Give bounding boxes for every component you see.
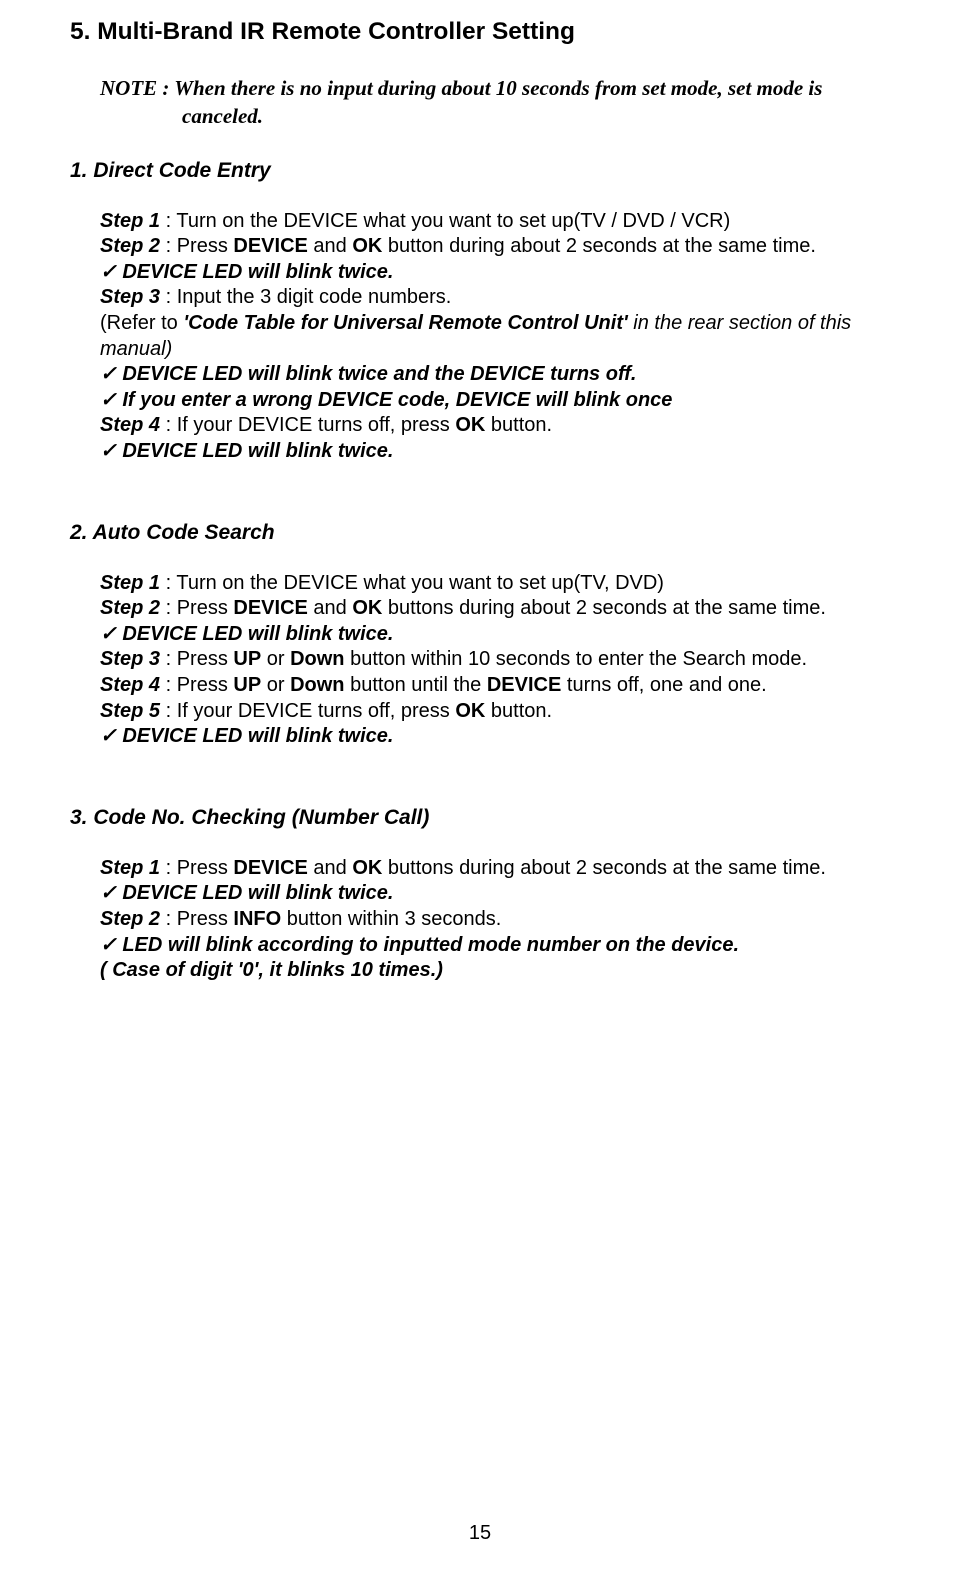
t: Down xyxy=(290,674,344,696)
t: INFO xyxy=(233,908,281,930)
s2-step1: Step 1 : Turn on the DEVICE what you wan… xyxy=(100,571,890,597)
s1-check1: ✓ DEVICE LED will blink twice. xyxy=(100,260,890,286)
t: : Press xyxy=(160,597,233,619)
page-title: 5. Multi-Brand IR Remote Controller Sett… xyxy=(70,18,890,46)
s1-step4: Step 4 : If your DEVICE turns off, press… xyxy=(100,413,890,439)
s2-check1: ✓ DEVICE LED will blink twice. xyxy=(100,622,890,648)
s3-check1: ✓ DEVICE LED will blink twice. xyxy=(100,881,890,907)
t: : Press xyxy=(160,648,233,670)
t: DEVICE xyxy=(233,857,307,879)
s1-step3: Step 3 : Input the 3 digit code numbers. xyxy=(100,285,890,311)
s3-step2-label: Step 2 xyxy=(100,908,160,930)
s2-step3-label: Step 3 xyxy=(100,648,160,670)
t: buttons during about 2 seconds at the sa… xyxy=(382,597,826,619)
t: : Turn on the DEVICE what you want to se… xyxy=(160,572,664,594)
t: and xyxy=(308,857,352,879)
s1-step1-text: : Turn on the DEVICE what you want to se… xyxy=(160,210,730,232)
s2-step2-label: Step 2 xyxy=(100,597,160,619)
t: button until the xyxy=(345,674,487,696)
t: and xyxy=(308,597,352,619)
s1-step2: Step 2 : Press DEVICE and OK button duri… xyxy=(100,234,890,260)
s2-step1-label: Step 1 xyxy=(100,572,160,594)
t: OK xyxy=(352,235,382,257)
note-line-1: NOTE : When there is no input during abo… xyxy=(100,76,822,100)
s3-step1: Step 1 : Press DEVICE and OK buttons dur… xyxy=(100,856,890,882)
t: : Press xyxy=(160,235,233,257)
t: button within 3 seconds. xyxy=(281,908,501,930)
t: Down xyxy=(290,648,344,670)
t: DEVICE xyxy=(487,674,561,696)
note-line-2: canceled. xyxy=(182,102,890,130)
t: DEVICE xyxy=(233,597,307,619)
t: : If your DEVICE turns off, press xyxy=(160,414,455,436)
s1-step2-label: Step 2 xyxy=(100,235,160,257)
t: and xyxy=(308,235,352,257)
s1-check4: ✓ DEVICE LED will blink twice. xyxy=(100,439,890,465)
section-auto-code: Step 1 : Turn on the DEVICE what you wan… xyxy=(100,571,890,750)
s1-check3: ✓ If you enter a wrong DEVICE code, DEVI… xyxy=(100,388,890,414)
t: button within 10 seconds to enter the Se… xyxy=(345,648,808,670)
s3-step2: Step 2 : Press INFO button within 3 seco… xyxy=(100,907,890,933)
s3-step1-label: Step 1 xyxy=(100,857,160,879)
t: or xyxy=(261,648,290,670)
note-text: NOTE : When there is no input during abo… xyxy=(100,74,890,131)
s3-check2: ✓ LED will blink according to inputted m… xyxy=(100,933,890,959)
t: or xyxy=(261,674,290,696)
t: OK xyxy=(352,597,382,619)
s1-check2: ✓ DEVICE LED will blink twice and the DE… xyxy=(100,362,890,388)
t: turns off, one and one. xyxy=(561,674,766,696)
t: : Press xyxy=(160,674,233,696)
subheading-auto-code: 2. Auto Code Search xyxy=(70,521,890,545)
t: (Refer to xyxy=(100,312,183,334)
t: button. xyxy=(485,700,552,722)
t: : If your DEVICE turns off, press xyxy=(160,700,455,722)
page-number: 15 xyxy=(0,1522,960,1545)
t: button during about 2 seconds at the sam… xyxy=(382,235,816,257)
subheading-direct-code: 1. Direct Code Entry xyxy=(70,159,890,183)
s2-step2: Step 2 : Press DEVICE and OK buttons dur… xyxy=(100,596,890,622)
t: : Press xyxy=(160,908,233,930)
t: : Press xyxy=(160,857,233,879)
section-direct-code: Step 1 : Turn on the DEVICE what you wan… xyxy=(100,209,890,465)
s1-step1: Step 1 : Turn on the DEVICE what you wan… xyxy=(100,209,890,235)
t: UP xyxy=(233,674,261,696)
t: DEVICE xyxy=(233,235,307,257)
s1-refer: (Refer to 'Code Table for Universal Remo… xyxy=(100,311,890,362)
s1-step3-label: Step 3 xyxy=(100,286,160,308)
t: UP xyxy=(233,648,261,670)
t: button. xyxy=(485,414,552,436)
s2-step5: Step 5 : If your DEVICE turns off, press… xyxy=(100,699,890,725)
t: OK xyxy=(455,414,485,436)
subheading-code-no: 3. Code No. Checking (Number Call) xyxy=(70,806,890,830)
section-code-no: Step 1 : Press DEVICE and OK buttons dur… xyxy=(100,856,890,984)
s3-check2b: ( Case of digit '0', it blinks 10 times.… xyxy=(100,958,890,984)
t: OK xyxy=(455,700,485,722)
s1-step4-label: Step 4 xyxy=(100,414,160,436)
t: buttons during about 2 seconds at the sa… xyxy=(382,857,826,879)
s2-step4-label: Step 4 xyxy=(100,674,160,696)
t: 'Code Table for Universal Remote Control… xyxy=(183,312,627,334)
t: OK xyxy=(352,857,382,879)
s2-check2: ✓ DEVICE LED will blink twice. xyxy=(100,724,890,750)
s2-step3: Step 3 : Press UP or Down button within … xyxy=(100,647,890,673)
s2-step5-label: Step 5 xyxy=(100,700,160,722)
s1-step1-label: Step 1 xyxy=(100,210,160,232)
s1-step3-text: : Input the 3 digit code numbers. xyxy=(160,286,451,308)
s2-step4: Step 4 : Press UP or Down button until t… xyxy=(100,673,890,699)
